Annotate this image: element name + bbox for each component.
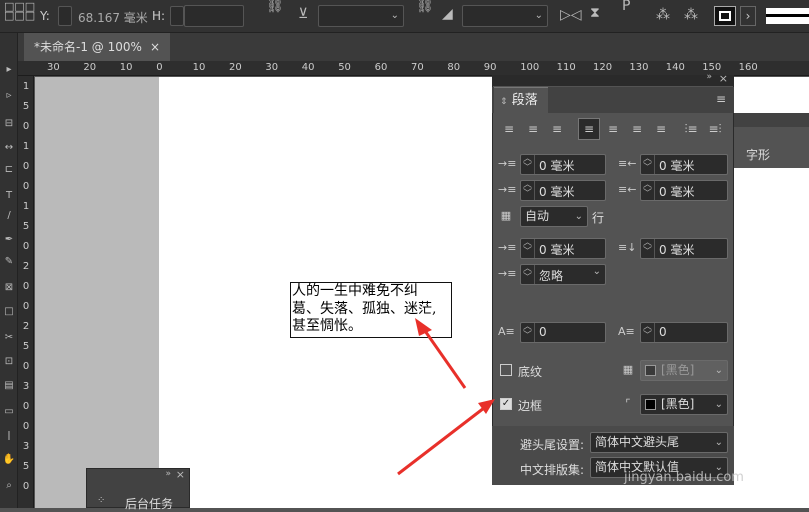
watermark: jingyan.baidu.com (624, 470, 744, 485)
annotation-arrow-to-text (415, 318, 467, 389)
annotation-arrow-to-border (397, 399, 495, 476)
annotation-overlay (397, 318, 495, 476)
